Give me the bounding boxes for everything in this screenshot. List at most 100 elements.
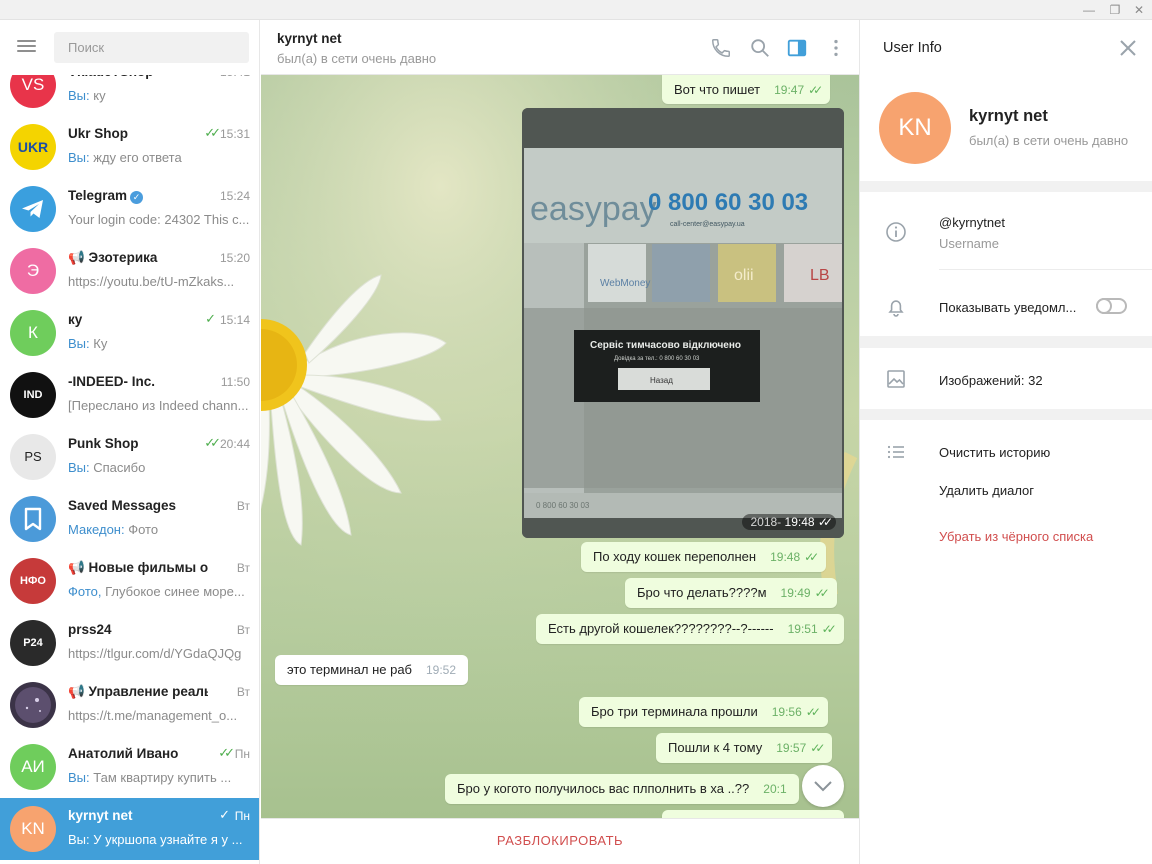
chat-list-item[interactable]: НФО 📢 Новые фильмы он... Вт Фото, Глубокое … — [0, 550, 259, 612]
list-icon — [887, 445, 904, 459]
clear-history-button[interactable]: Очистить историю — [939, 445, 1050, 460]
search-input[interactable]: Поиск — [54, 32, 249, 63]
terminal-call-center: call-center@easypay.ua — [670, 221, 745, 228]
preview-text: [Переслано из Indeed chann... — [68, 398, 249, 413]
preview-sender: Вы: — [68, 88, 90, 103]
notifications-label: Показывать уведомл... — [939, 300, 1077, 315]
preview-text: Фото — [124, 522, 159, 537]
message-bubble-incoming[interactable]: это терминал не раб 19:52 — [275, 655, 469, 685]
chat-list-item[interactable]: IND -INDEED- Inc. 11:50 [Переслано из Indee… — [0, 364, 259, 426]
hamburger-menu-icon[interactable] — [15, 37, 37, 57]
close-icon[interactable] — [1119, 39, 1137, 57]
chat-list-item[interactable]: Saved Messages Вт Македон: Фото — [0, 488, 259, 550]
chat-list-item[interactable]: UKR Ukr Shop ✓✓ 15:31 Вы: жду его ответа — [0, 116, 259, 178]
chat-preview: Фото, Глубокое синее море... — [68, 584, 251, 599]
message-bubble-outgoing[interactable]: Бро что делать????м 19:49 ✓✓ — [625, 578, 837, 608]
chat-time: 20:44 — [219, 437, 250, 451]
message-text: Пошли к 4 тому — [668, 740, 763, 755]
read-check-icon: ✓✓ — [810, 741, 825, 755]
scroll-to-bottom-button[interactable] — [802, 765, 844, 807]
chat-preview: https://t.me/management_o... — [68, 708, 251, 723]
search-icon[interactable] — [749, 37, 771, 59]
chat-name: 📢 Эзотерика — [68, 250, 158, 265]
bookmark-icon — [24, 507, 42, 531]
verified-badge-icon: ✓ — [130, 191, 144, 204]
chat-preview: Вы: ку — [68, 88, 251, 103]
remove-from-blacklist-button[interactable]: Убрать из чёрного списка — [939, 529, 1093, 544]
preview-text: жду его ответа — [89, 150, 182, 165]
peer-name[interactable]: kyrnyt net — [277, 31, 342, 46]
chat-time: Вт — [236, 623, 250, 637]
message-text: Бро у когото получилось вас плполнить в … — [457, 781, 750, 796]
message-bubble-outgoing[interactable]: По ходу кошек переполнен 19:48 ✓✓ — [581, 542, 827, 572]
read-check-icon: ✓✓ — [814, 586, 830, 600]
notifications-toggle[interactable] — [1096, 298, 1127, 314]
chat-time: Вт — [236, 499, 250, 513]
preview-sender: Вы: — [68, 832, 90, 847]
message-photo[interactable]: easypay 0 800 60 30 03 call-center@easyp… — [522, 108, 844, 538]
info-panel-toggle-icon[interactable] — [786, 37, 808, 59]
chat-preview: [Переслано из Indeed chann... — [68, 398, 251, 413]
window-titlebar: — ❐ ✕ — [0, 0, 1152, 20]
message-time: 20:1 — [763, 782, 787, 796]
avatar — [10, 496, 56, 542]
restore-button[interactable]: ❐ — [1104, 2, 1126, 18]
chat-list-item[interactable]: KN kyrnyt net ✓ Пн Вы: У укршопа узнайте я у… — [0, 798, 259, 860]
avatar[interactable]: KN — [879, 92, 951, 164]
channel-image — [15, 687, 51, 723]
chat-time: 11:50 — [220, 375, 250, 389]
chat-list-item[interactable]: Telegram ✓ 15:24 Your login code: 24302 Thi… — [0, 178, 259, 240]
delete-dialog-button[interactable]: Удалить диалог — [939, 483, 1034, 498]
preview-text: https://tlgur.com/d/YGdaQJQg — [68, 646, 242, 661]
chat-preview: Македон: Фото — [68, 522, 251, 537]
username-value[interactable]: @kyrnytnet — [939, 215, 1005, 230]
chat-list-item[interactable]: Кку ✓ 15:14 Вы: Ку — [0, 302, 259, 364]
message-time: 19:56 — [771, 705, 802, 719]
chat-preview: Вы: Ку — [68, 336, 251, 351]
divider — [939, 269, 1152, 270]
chat-list-item[interactable]: 📢 Управление реальн... Вт https://t.me/man… — [0, 674, 259, 736]
avatar — [10, 682, 56, 728]
chat-list-item[interactable]: Э 📢 Эзотерика 15:20 https://youtu.be/tU-mZk… — [0, 240, 259, 302]
message-text: Вот что пишет — [674, 82, 761, 97]
preview-text: Спасибо — [89, 460, 146, 475]
chat-preview: https://tlgur.com/d/YGdaQJQg — [68, 646, 251, 661]
close-window-button[interactable]: ✕ — [1128, 2, 1150, 18]
chevron-down-icon — [814, 781, 832, 792]
username-label: Username — [939, 236, 999, 251]
message-bubble-outgoing[interactable]: Бро три терминала прошли 19:56 ✓✓ — [579, 697, 828, 727]
message-text: это терминал не раб — [287, 662, 412, 677]
profile-status: был(а) в сети очень давно — [969, 133, 1129, 148]
images-count[interactable]: Изображений: 32 — [939, 373, 1043, 388]
preview-text: Your login code: 24302 This c... — [68, 212, 250, 227]
read-check-icon: ✓✓ — [804, 550, 819, 564]
chat-name: -INDEED- Inc. — [68, 374, 156, 389]
preview-sender: Фото, — [68, 584, 102, 599]
chat-list-item[interactable]: P24 prss24 Вт https://tlgur.com/d/YGdaQJQg — [0, 612, 259, 674]
avatar: К — [10, 310, 56, 356]
chat-list-item[interactable]: PS Punk Shop ✓✓ 20:44 Вы: Спасибо — [0, 426, 259, 488]
message-bubble-outgoing[interactable]: Пошли к 4 тому 19:57 ✓✓ — [656, 733, 833, 763]
chat-list-item[interactable]: АИ Анатолий Ивано ✓✓ Пн Вы: Там квартиру куп… — [0, 736, 259, 798]
chat-list-item[interactable]: VS VkladeTShop✓ 15:41 Вы: ку — [0, 75, 259, 116]
message-bubble-outgoing[interactable]: Бро у когото получилось вас плполнить в … — [445, 774, 799, 804]
more-options-icon[interactable] — [825, 37, 847, 59]
phone-icon[interactable] — [710, 37, 732, 59]
message-bubble-outgoing[interactable]: Есть другой кошелек????????--?------ 19:5… — [536, 614, 844, 644]
avatar — [10, 186, 56, 232]
message-time: 19:49 — [780, 586, 811, 600]
chat-time: Вт — [236, 685, 250, 699]
read-check-icon: ✓✓ — [805, 705, 821, 719]
info-media-section[interactable]: Изображений: 32 — [860, 348, 1152, 409]
chat-preview: Your login code: 24302 This c... — [68, 212, 251, 227]
avatar: KN — [10, 806, 56, 852]
preview-text: У укршопа узнайте я у ... — [89, 832, 243, 847]
avatar: P24 — [10, 620, 56, 666]
unblock-button[interactable]: РАЗБЛОКИРОВАТЬ — [261, 818, 859, 864]
chat-time: 15:31 — [219, 127, 250, 141]
preview-text: Ку — [89, 336, 108, 351]
message-time: 19:51 — [787, 622, 818, 636]
minimize-button[interactable]: — — [1078, 2, 1100, 18]
terminal-back-button: Назад — [650, 376, 673, 385]
message-bubble-outgoing[interactable]: Вот что пишет 19:47 ✓✓ — [662, 75, 831, 104]
